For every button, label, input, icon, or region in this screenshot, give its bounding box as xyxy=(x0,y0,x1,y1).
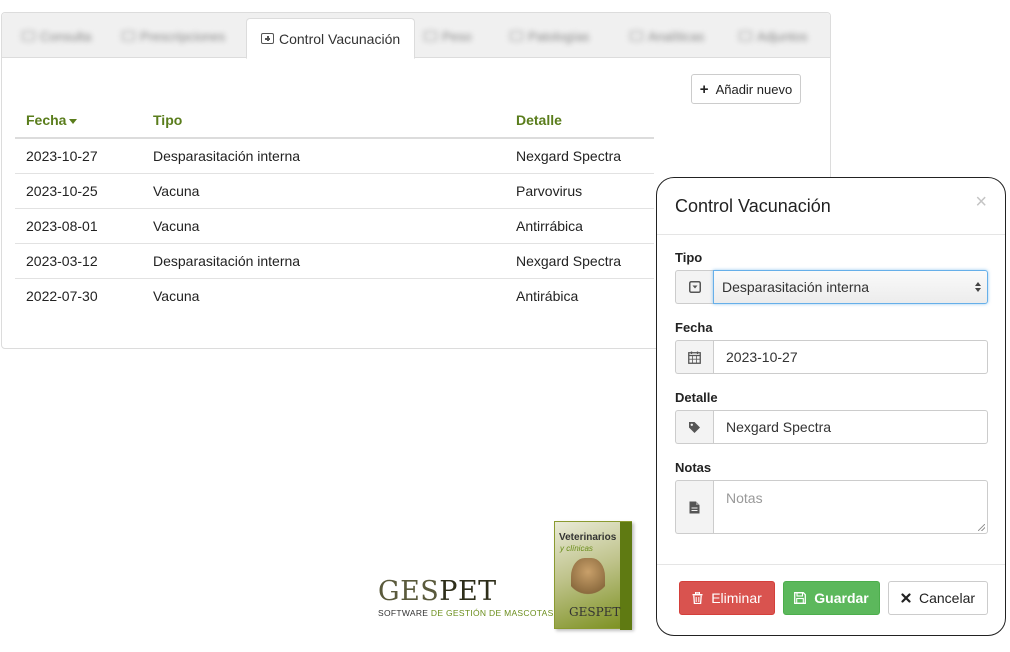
cell-detalle: Parvovirus xyxy=(505,173,654,209)
fecha-label: Fecha xyxy=(675,320,713,335)
consulta-icon xyxy=(22,31,35,41)
notas-textarea[interactable]: Notas xyxy=(713,480,988,534)
attachment-icon xyxy=(739,31,752,41)
vaccination-modal: Control Vacunación × Tipo Desparasitació… xyxy=(656,177,1006,636)
plus-icon: + xyxy=(699,80,709,98)
cell-detalle: Nexgard Spectra xyxy=(505,243,654,279)
detalle-group: Nexgard Spectra xyxy=(675,410,988,444)
tab-label: Consulta xyxy=(40,28,92,44)
cell-detalle: Nexgard Spectra xyxy=(505,138,654,174)
cell-detalle: Antirrábica xyxy=(505,208,654,244)
tab-consulta[interactable]: Consulta xyxy=(22,23,91,49)
tab-peso[interactable]: Peso xyxy=(424,23,472,49)
add-new-button[interactable]: + Añadir nuevo xyxy=(691,74,801,104)
notas-label: Notas xyxy=(675,460,712,475)
tab-analiticas[interactable]: Analíticas xyxy=(630,23,704,49)
box-spine xyxy=(620,522,632,630)
tab-patologias[interactable]: Patologías xyxy=(510,23,589,49)
table-row[interactable]: 2023-03-12 Desparasitación interna Nexga… xyxy=(15,243,654,279)
cell-fecha: 2022-07-30 xyxy=(26,287,98,304)
cell-detalle: Antirábica xyxy=(516,287,579,304)
tab-bar: Consulta Prescripciones Control Vacunaci… xyxy=(2,13,830,59)
cell-tipo: Vacuna xyxy=(142,208,505,244)
save-label: Guardar xyxy=(814,590,869,606)
add-new-label: Añadir nuevo xyxy=(715,81,793,97)
box-subtitle: y clínicas xyxy=(560,544,593,553)
floppy-icon xyxy=(794,592,807,604)
sort-desc-icon xyxy=(69,118,78,124)
cell-tipo: Vacuna xyxy=(142,173,505,209)
cell-tipo: Vacuna xyxy=(153,287,200,304)
product-box-image: Veterinarios y clínicas GESPET xyxy=(554,521,632,630)
column-header-detalle[interactable]: Detalle xyxy=(505,103,654,139)
fecha-input[interactable]: 2023-10-27 xyxy=(713,340,988,374)
list-icon xyxy=(122,31,135,41)
table-header-row: Fecha Tipo Detalle xyxy=(15,103,654,139)
table-row[interactable]: 2022-07-30 Vacuna Antirábica xyxy=(15,278,654,313)
fecha-group: 2023-10-27 xyxy=(675,340,988,374)
tab-prescripciones[interactable]: Prescripciones xyxy=(122,23,225,49)
table-row[interactable]: 2023-08-01 Vacuna Antirrábica xyxy=(15,208,654,244)
tab-label: Peso xyxy=(442,28,472,44)
kitten-image xyxy=(571,558,605,604)
modal-title: Control Vacunación xyxy=(675,196,831,216)
modal-footer: Eliminar Guardar Cancelar xyxy=(657,564,1005,635)
trash-icon xyxy=(692,592,703,604)
weight-icon xyxy=(424,31,437,41)
caret-square-icon xyxy=(675,270,713,304)
notas-group: Notas xyxy=(675,480,988,534)
close-icon xyxy=(901,593,911,603)
detalle-label: Detalle xyxy=(675,390,718,405)
cell-tipo: Desparasitación interna xyxy=(142,138,505,174)
delete-label: Eliminar xyxy=(711,590,762,606)
tab-label: Patologías xyxy=(528,28,590,44)
save-button[interactable]: Guardar xyxy=(783,581,880,615)
pathology-icon xyxy=(510,31,523,41)
tipo-label: Tipo xyxy=(675,250,703,265)
detalle-input[interactable]: Nexgard Spectra xyxy=(713,410,988,444)
select-arrows-icon xyxy=(975,282,981,292)
file-icon xyxy=(675,480,713,534)
column-header-fecha[interactable]: Fecha xyxy=(15,103,142,139)
tab-label: Analíticas xyxy=(648,28,705,44)
logo-wordmark: GESPET xyxy=(378,576,497,607)
box-brand: GESPET xyxy=(569,605,621,619)
tab-label: Adjuntos xyxy=(757,28,808,44)
tab-label: Prescripciones xyxy=(140,28,226,44)
cell-fecha: 2023-10-27 xyxy=(15,138,142,174)
cancel-label: Cancelar xyxy=(918,590,976,606)
table-row[interactable]: 2023-10-25 Vacuna Parvovirus xyxy=(15,173,654,209)
analytics-icon xyxy=(630,31,643,41)
cell-tipo: Desparasitación interna xyxy=(142,243,505,279)
column-header-tipo[interactable]: Tipo xyxy=(142,103,505,139)
close-icon[interactable]: × xyxy=(975,192,987,212)
calendar-icon xyxy=(675,340,713,374)
tab-adjuntos[interactable]: Adjuntos xyxy=(739,23,808,49)
cell-fecha: 2023-03-12 xyxy=(15,243,142,279)
tab-control-vacunacion[interactable]: Control Vacunación xyxy=(246,18,416,59)
logo-tagline: SOFTWARE DE GESTIÓN DE MASCOTAS xyxy=(378,608,554,618)
modal-header: Control Vacunación × xyxy=(657,178,1005,235)
delete-button[interactable]: Eliminar xyxy=(679,581,775,615)
gespet-logo: GESPET SOFTWARE DE GESTIÓN DE MASCOTAS xyxy=(378,578,554,618)
tipo-selected-value: Desparasitación interna xyxy=(722,279,870,295)
tab-label: Control Vacunación xyxy=(279,30,401,47)
tipo-select[interactable]: Desparasitación interna xyxy=(713,270,988,304)
tag-icon xyxy=(675,410,713,444)
table-row[interactable]: 2023-10-27 Desparasitación interna Nexga… xyxy=(15,138,654,174)
tipo-group: Desparasitación interna xyxy=(675,270,988,304)
vaccination-table: Fecha Tipo Detalle 2023-10-27 Desparasit… xyxy=(15,103,654,313)
cell-fecha: 2023-10-25 xyxy=(15,173,142,209)
cancel-button[interactable]: Cancelar xyxy=(888,581,988,615)
box-title: Veterinarios xyxy=(559,532,617,543)
cell-fecha: 2023-08-01 xyxy=(15,208,142,244)
medkit-icon xyxy=(261,33,274,44)
